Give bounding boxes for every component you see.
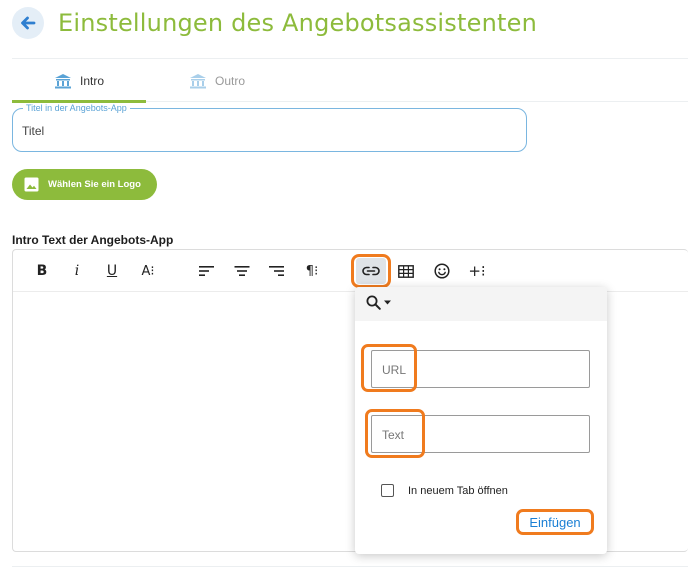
arrow-left-icon xyxy=(18,13,38,33)
link-button-highlight xyxy=(351,254,391,288)
align-center-icon xyxy=(234,265,250,277)
underline-button[interactable]: U xyxy=(103,259,121,283)
open-in-new-tab-checkbox[interactable] xyxy=(381,484,394,497)
choose-logo-label: Wählen Sie ein Logo xyxy=(48,179,141,190)
url-input-highlight xyxy=(361,344,417,392)
choose-logo-button[interactable]: Wählen Sie ein Logo xyxy=(12,169,157,200)
smiley-icon xyxy=(434,263,450,279)
tab-intro-label: Intro xyxy=(79,73,104,88)
more-options-button[interactable]: +⁝ xyxy=(466,259,488,283)
page-title: Einstellungen des Angebotsassistenten xyxy=(58,9,537,37)
bold-button[interactable]: B xyxy=(33,259,51,283)
bank-icon xyxy=(54,73,72,89)
page-bottom-divider xyxy=(12,566,688,567)
insert-link-popup: URL Text In neuem Tab öffnen Einfügen xyxy=(355,287,607,554)
title-input-label: Titel in der Angebots-App xyxy=(23,103,130,114)
open-in-new-tab-label: In neuem Tab öffnen xyxy=(408,484,508,497)
insert-table-button[interactable] xyxy=(396,259,416,283)
search-icon xyxy=(366,295,381,310)
tab-bar: Intro Outro xyxy=(12,58,688,103)
tab-outro[interactable]: Outro xyxy=(162,59,272,102)
open-in-new-tab-row[interactable]: In neuem Tab öffnen xyxy=(381,484,508,497)
chevron-down-icon xyxy=(384,300,391,305)
insert-button[interactable]: Einfügen xyxy=(516,509,594,535)
link-search-button[interactable] xyxy=(366,295,391,310)
popup-header xyxy=(355,287,607,321)
back-button[interactable] xyxy=(12,7,44,39)
image-icon xyxy=(24,177,39,192)
editor-toolbar: B i U A⁝ ¶⁝ +⁝ xyxy=(13,250,688,292)
page-header: Einstellungen des Angebotsassistenten xyxy=(12,6,537,40)
title-input[interactable]: Titel in der Angebots-App Titel xyxy=(12,103,527,152)
title-input-value: Titel xyxy=(22,124,45,138)
text-input-highlight xyxy=(365,409,425,458)
insert-link-button[interactable] xyxy=(351,254,391,288)
paragraph-format-button[interactable]: ¶⁝ xyxy=(301,259,323,283)
align-center-button[interactable] xyxy=(232,259,252,283)
intro-text-label: Intro Text der Angebots-App xyxy=(12,233,174,247)
align-right-button[interactable] xyxy=(266,259,286,283)
bank-icon xyxy=(189,73,207,89)
table-icon xyxy=(398,264,414,278)
insert-emoji-button[interactable] xyxy=(432,259,452,283)
tab-intro[interactable]: Intro xyxy=(12,59,146,103)
tab-outro-label: Outro xyxy=(214,73,245,88)
align-left-button[interactable] xyxy=(197,259,217,283)
align-left-icon xyxy=(199,265,215,277)
font-size-button[interactable]: A⁝ xyxy=(137,259,159,283)
align-right-icon xyxy=(268,265,284,277)
italic-button[interactable]: i xyxy=(68,259,86,283)
